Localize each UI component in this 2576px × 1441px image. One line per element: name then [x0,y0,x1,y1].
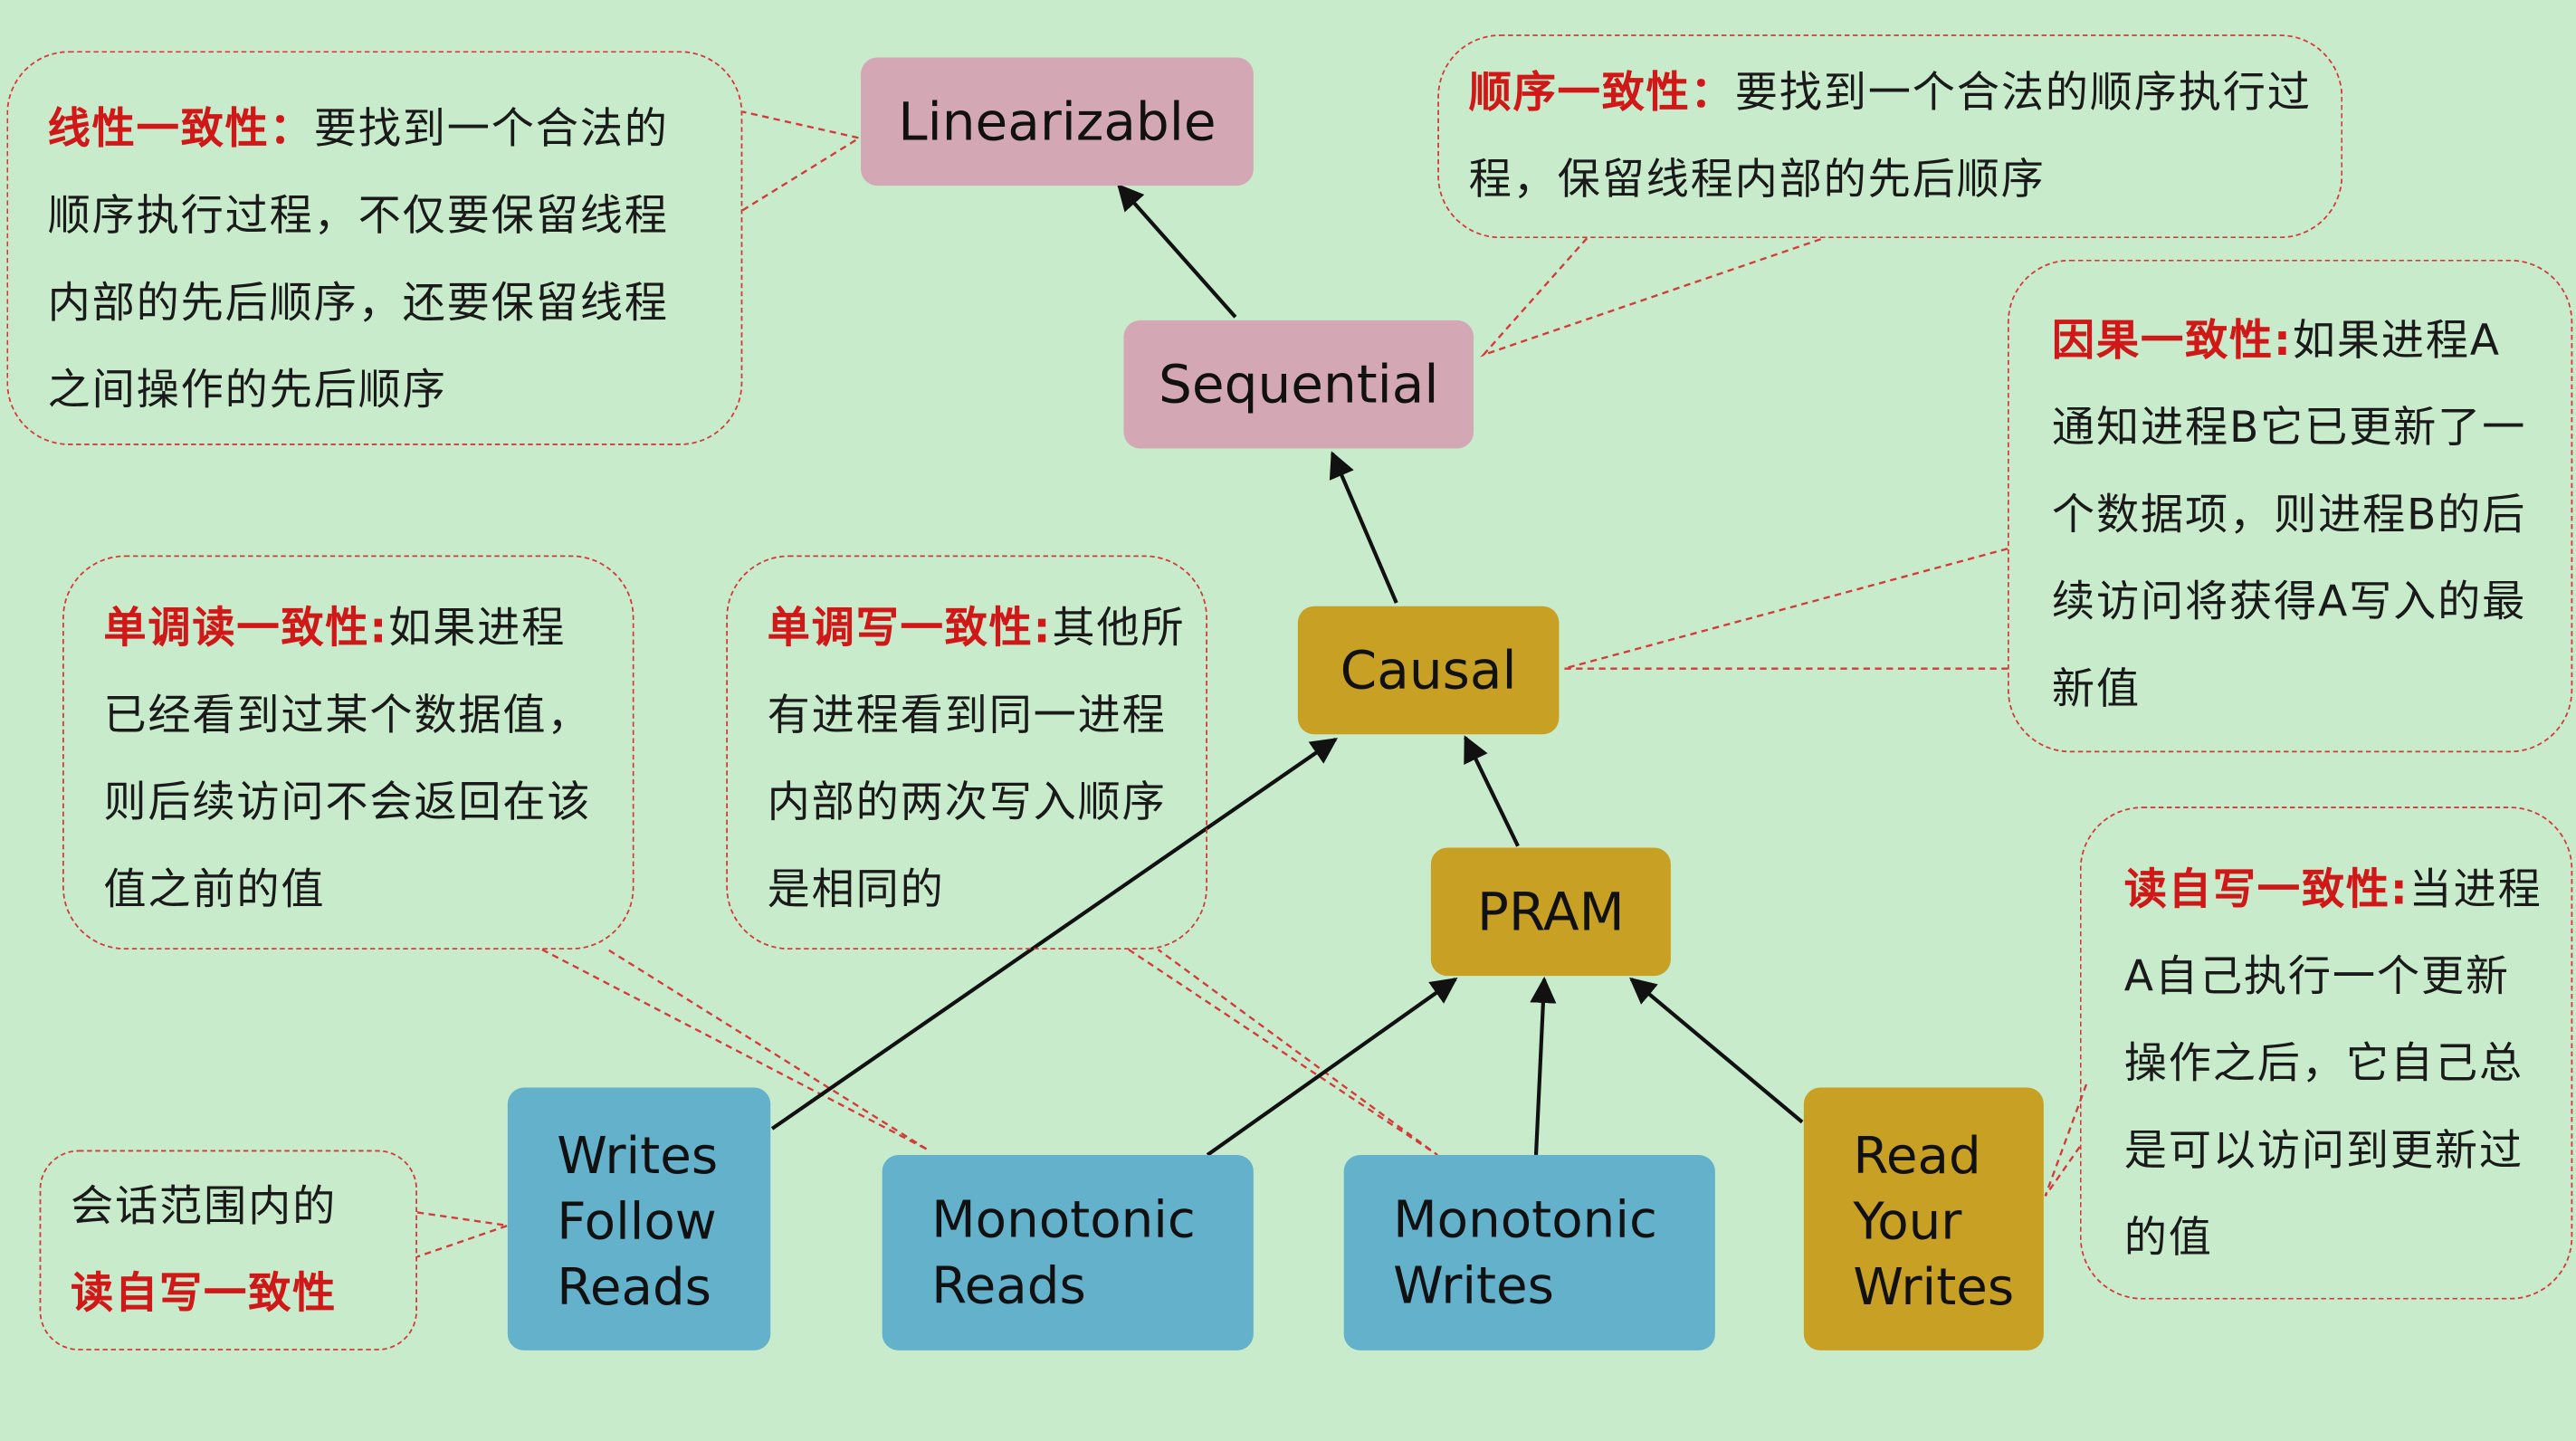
callout-linearizable-title: 线性一致性 [47,105,270,155]
callout-session-title: 读自写一致性 [71,1269,338,1320]
callout-read-your-writes-title: 读自写一致性 [2123,865,2390,915]
arrow-sequential-linearizable [1117,183,1237,319]
callout-causal-body: 如果进程A通知进程B它已更新了一个数据项，则进程B的后续访问将获得A写入的最新值 [2051,317,2527,715]
node-linearizable: Linearizable [861,57,1254,186]
node-monotonic-reads: Monotonic Reads [882,1154,1254,1350]
callout-session: 会话范围内的 读自写一致性 [39,1150,418,1350]
node-monotonic-writes: Monotonic Writes [1343,1154,1715,1350]
callout-link-linear [741,110,863,212]
arrow-mw-pram [1530,976,1557,1156]
callout-linearizable: 线性一致性：要找到一个合法的顺序执行过程，不仅要保留线程内部的先后顺序，还要保留… [6,51,743,445]
callout-causal-title: 因果一致性 [2051,317,2274,367]
node-pram: PRAM [1430,847,1671,977]
callout-sequential: 顺序一致性：要找到一个合法的顺序执行过程，保留线程内部的先后顺序 [1437,34,2343,239]
callout-monotonic-writes-title: 单调写一致性 [767,604,1034,654]
callout-link-session [416,1211,509,1258]
arrow-ryw-pram [1629,977,1804,1124]
node-read-your-writes: Read Your Writes [1803,1087,2044,1350]
node-sequential: Sequential [1123,320,1474,449]
callout-sequential-sep: ： [1690,69,1735,119]
arrow-pram-causal [1464,735,1520,847]
callout-session-body: 会话范围内的 [71,1182,338,1233]
node-causal: Causal [1297,606,1560,735]
callout-causal: 因果一致性:如果进程A通知进程B它已更新了一个数据项，则进程B的后续访问将获得A… [2007,259,2573,753]
node-writes-follow-reads: Writes Follow Reads [507,1087,771,1350]
callout-link-monowrite [1128,949,1438,1156]
callout-causal-sep: : [2273,317,2293,367]
arrow-causal-sequential [1329,451,1398,604]
diagram-canvas: Linearizable Sequential Causal PRAM Writ… [0,0,2576,1441]
callout-monotonic-writes-sep: : [1033,604,1053,654]
callout-read-your-writes-sep: : [2390,865,2409,915]
callout-sequential-title: 顺序一致性 [1468,69,1691,119]
callout-monotonic-writes: 单调写一致性:其他所有进程看到同一进程内部的两次写入顺序是相同的 [726,555,1208,950]
callout-monotonic-reads-sep: : [369,604,389,654]
callout-read-your-writes-body: 当进程A自己执行一个更新操作之后，它自己总是可以访问到更新过的值 [2123,865,2543,1264]
callout-linearizable-sep: ： [269,105,314,155]
callout-monotonic-reads-title: 单调读一致性 [103,604,370,654]
callout-link-sequential [1480,237,1825,358]
arrow-mr-pram [1206,978,1458,1157]
callout-monotonic-reads: 单调读一致性:如果进程已经看到过某个数据值，则后续访问不会返回在该值之前的值 [62,555,634,950]
callout-read-your-writes: 读自写一致性:当进程A自己执行一个更新操作之后，它自己总是可以访问到更新过的值 [2079,806,2573,1300]
callout-link-causal [1563,548,2008,670]
